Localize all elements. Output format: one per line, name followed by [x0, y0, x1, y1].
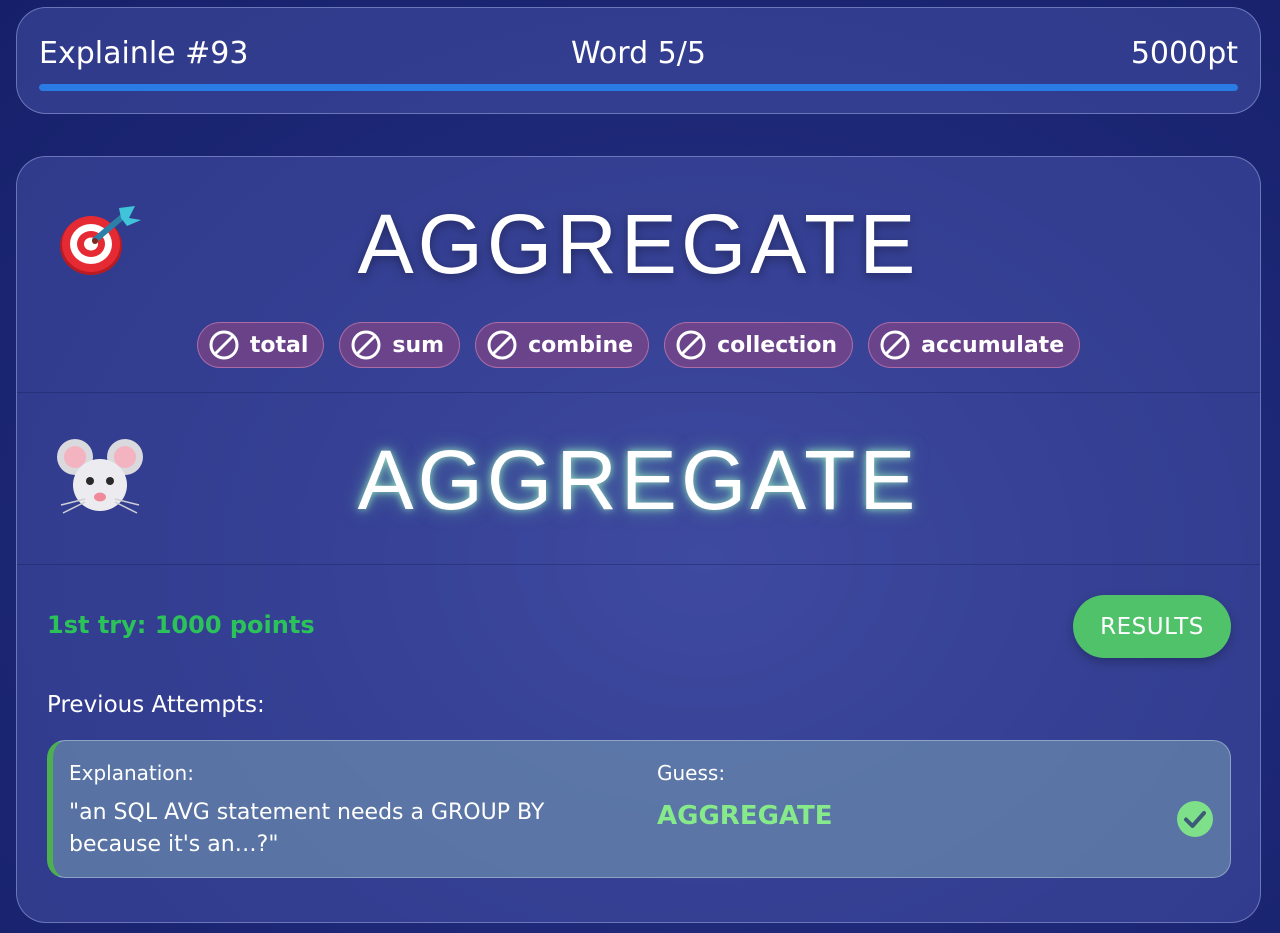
main-card: AGGREGATE total sum combine collection a… [16, 156, 1261, 923]
guesser-section: AGGREGATE [17, 393, 1260, 565]
prohibited-icon [487, 330, 517, 360]
word-counter: Word 5/5 [571, 36, 706, 71]
taboo-word: sum [392, 332, 445, 358]
taboo-word: combine [528, 332, 634, 358]
attempt-card: Explanation: "an SQL AVG statement needs… [47, 740, 1231, 878]
progress-bar [39, 84, 1238, 91]
prohibited-icon [351, 330, 381, 360]
explanation-text: "an SQL AVG statement needs a GROUP BY b… [69, 800, 545, 857]
guess-label: Guess: [657, 761, 726, 785]
guessed-word: AGGREGATE [357, 433, 920, 527]
taboo-word: collection [717, 332, 838, 358]
target-section: AGGREGATE total sum combine collection a… [17, 157, 1260, 393]
previous-attempts-label: Previous Attempts: [47, 692, 265, 718]
taboo-chip: combine [475, 322, 650, 368]
prohibited-icon [880, 330, 910, 360]
progress-fill [39, 84, 1238, 91]
taboo-word: accumulate [921, 332, 1065, 358]
taboo-chip: accumulate [868, 322, 1081, 368]
check-circle-icon [1177, 801, 1213, 837]
prohibited-icon [676, 330, 706, 360]
taboo-chip: collection [664, 322, 854, 368]
guess-text: AGGREGATE [657, 801, 833, 831]
taboo-list: total sum combine collection accumulate [17, 322, 1260, 368]
results-button[interactable]: RESULTS [1073, 595, 1231, 658]
taboo-chip: sum [339, 322, 461, 368]
taboo-word: total [249, 332, 309, 358]
prohibited-icon [209, 330, 239, 360]
score: 5000pt [1130, 36, 1238, 71]
header-panel: Explainle #93 Word 5/5 5000pt [16, 7, 1261, 114]
result-text: 1st try: 1000 points [47, 611, 315, 639]
explanation-label: Explanation: [69, 761, 194, 785]
target-word: AGGREGATE [357, 197, 920, 291]
taboo-chip: total [196, 322, 325, 368]
